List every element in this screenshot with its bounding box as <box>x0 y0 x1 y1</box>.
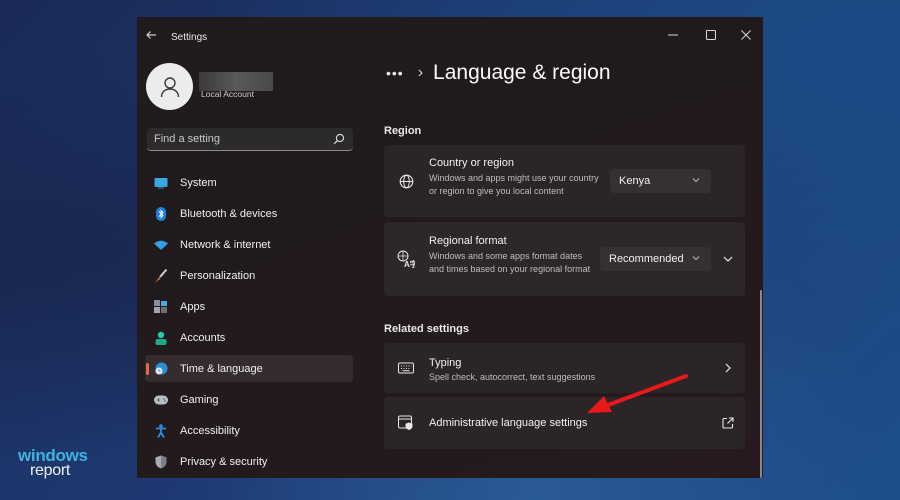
chevron-right-icon <box>725 363 731 373</box>
close-button[interactable] <box>731 23 761 47</box>
sidebar-item-accounts[interactable]: Accounts <box>145 324 353 351</box>
user-icon <box>160 76 179 97</box>
watermark-line1: windows <box>18 446 88 465</box>
settings-window: Settings Local Account System Bluetooth … <box>137 17 763 478</box>
paintbrush-icon <box>154 268 168 283</box>
app-title: Settings <box>171 32 208 43</box>
country-dropdown[interactable]: Kenya <box>610 169 711 193</box>
sidebar-item-network[interactable]: Network & internet <box>145 231 353 258</box>
scrollbar[interactable] <box>760 290 762 478</box>
close-icon <box>741 30 751 40</box>
search-input[interactable] <box>154 128 324 150</box>
bluetooth-icon <box>154 206 168 221</box>
regional-format-title: Regional format <box>429 235 507 247</box>
admin-language-settings-card[interactable]: Administrative language settings <box>384 397 745 449</box>
gamepad-icon <box>154 393 168 407</box>
sidebar-item-bluetooth[interactable]: Bluetooth & devices <box>145 200 353 227</box>
typing-card[interactable]: Typing Spell check, autocorrect, text su… <box>384 343 745 393</box>
breadcrumb-more-button[interactable]: ••• <box>386 65 404 81</box>
avatar[interactable] <box>146 63 193 110</box>
regional-format-dropdown-value: Recommended <box>609 253 684 265</box>
typing-description: Spell check, autocorrect, text suggestio… <box>429 372 596 382</box>
sidebar-nav: System Bluetooth & devices Network & int… <box>145 169 353 478</box>
minimize-icon <box>668 34 678 36</box>
section-label-related-settings: Related settings <box>384 323 469 335</box>
external-link-icon <box>722 417 734 429</box>
watermark-logo: windows report <box>18 446 88 479</box>
country-dropdown-value: Kenya <box>619 175 651 187</box>
minimize-button[interactable] <box>658 23 688 47</box>
maximize-icon <box>706 30 716 40</box>
selection-indicator <box>146 363 149 375</box>
globe-icon <box>397 172 415 190</box>
sidebar-item-system[interactable]: System <box>145 169 353 196</box>
typing-title: Typing <box>429 357 462 369</box>
regional-format-dropdown[interactable]: Recommended <box>600 247 711 271</box>
breadcrumb: ••• › Language & region <box>386 61 611 85</box>
country-region-title: Country or region <box>429 157 514 169</box>
search-box[interactable] <box>147 128 353 151</box>
admin-language-settings-title: Administrative language settings <box>429 417 588 429</box>
accessibility-icon <box>154 423 168 438</box>
regional-format-description: Windows and some apps format dates and t… <box>429 251 591 274</box>
regional-format-card[interactable]: A字 Regional format Windows and some apps… <box>384 222 745 296</box>
apps-icon <box>154 299 168 314</box>
title-bar: Settings <box>137 17 763 57</box>
person-icon <box>154 331 168 345</box>
back-arrow-icon <box>146 31 156 39</box>
wifi-icon <box>154 238 168 252</box>
sidebar-item-gaming[interactable]: Gaming <box>145 386 353 413</box>
chevron-down-icon <box>692 256 700 261</box>
maximize-button[interactable] <box>696 23 726 47</box>
country-region-card: Country or region Windows and apps might… <box>384 145 745 217</box>
country-region-description: Windows and apps might use your country … <box>429 173 599 196</box>
sidebar-item-apps[interactable]: Apps <box>145 293 353 320</box>
watermark-line2: report <box>30 462 70 479</box>
sidebar-item-accessibility[interactable]: Accessibility <box>145 417 353 444</box>
section-label-region: Region <box>384 125 422 137</box>
breadcrumb-separator: › <box>417 64 424 81</box>
shield-icon <box>154 455 168 469</box>
keyboard-icon <box>397 359 415 377</box>
expand-chevron-icon[interactable] <box>721 252 735 266</box>
account-type: Local Account <box>201 89 254 99</box>
chevron-down-icon <box>692 178 700 183</box>
sidebar-item-time-language[interactable]: Time & language <box>145 355 353 382</box>
sidebar-item-personalization[interactable]: Personalization <box>145 262 353 289</box>
admin-window-shield-icon <box>397 414 415 432</box>
sidebar-item-privacy[interactable]: Privacy & security <box>145 448 353 475</box>
language-format-icon: A字 <box>397 250 415 268</box>
back-button[interactable] <box>145 29 159 43</box>
monitor-icon <box>154 176 168 190</box>
globe-clock-icon <box>154 362 168 376</box>
search-icon[interactable] <box>333 133 345 145</box>
page-title: Language & region <box>433 61 611 84</box>
svg-text:A字: A字 <box>404 259 415 268</box>
